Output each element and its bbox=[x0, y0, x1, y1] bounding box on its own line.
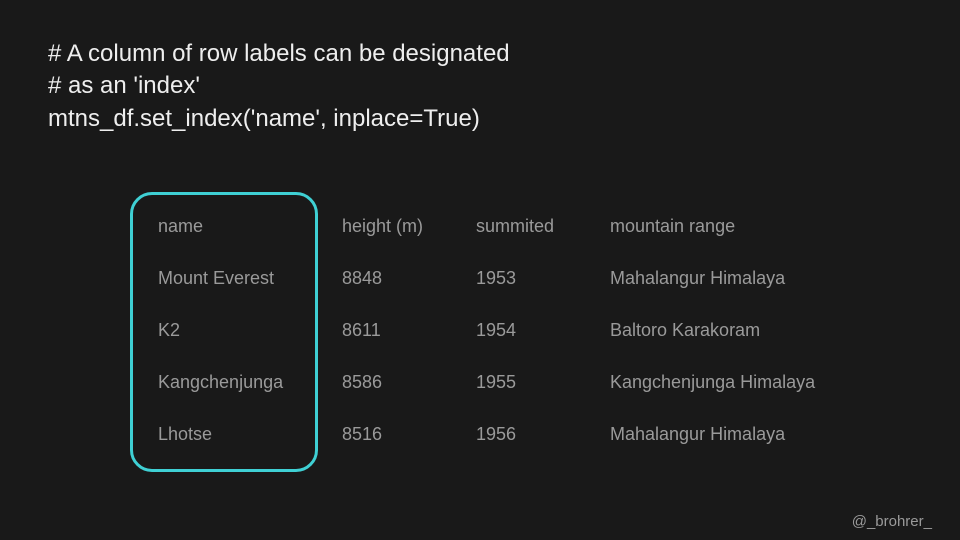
cell-summited: 1954 bbox=[464, 304, 598, 356]
code-line-3: mtns_df.set_index('name', inplace=True) bbox=[48, 105, 480, 132]
column-header-height: height (m) bbox=[330, 200, 464, 252]
cell-name: Kangchenjunga bbox=[138, 356, 330, 408]
table-header-row: name height (m) summited mountain range bbox=[138, 200, 862, 252]
cell-summited: 1955 bbox=[464, 356, 598, 408]
cell-range: Mahalangur Himalaya bbox=[598, 252, 862, 304]
cell-name: Lhotse bbox=[138, 408, 330, 460]
footer-credit: @_brohrer_ bbox=[852, 513, 932, 530]
cell-name: Mount Everest bbox=[138, 252, 330, 304]
cell-name: K2 bbox=[138, 304, 330, 356]
cell-range: Kangchenjunga Himalaya bbox=[598, 356, 862, 408]
table-row: Mount Everest 8848 1953 Mahalangur Himal… bbox=[138, 252, 862, 304]
cell-height: 8516 bbox=[330, 408, 464, 460]
cell-range: Mahalangur Himalaya bbox=[598, 408, 862, 460]
column-header-summited: summited bbox=[464, 200, 598, 252]
cell-height: 8848 bbox=[330, 252, 464, 304]
cell-summited: 1953 bbox=[464, 252, 598, 304]
table-row: K2 8611 1954 Baltoro Karakoram bbox=[138, 304, 862, 356]
data-table-area: name height (m) summited mountain range … bbox=[138, 200, 862, 460]
cell-height: 8611 bbox=[330, 304, 464, 356]
cell-summited: 1956 bbox=[464, 408, 598, 460]
code-line-2: # as an 'index' bbox=[48, 72, 200, 99]
data-table: name height (m) summited mountain range … bbox=[138, 200, 862, 460]
column-header-range: mountain range bbox=[598, 200, 862, 252]
code-block: # A column of row labels can be designat… bbox=[48, 38, 510, 135]
table-row: Kangchenjunga 8586 1955 Kangchenjunga Hi… bbox=[138, 356, 862, 408]
table-row: Lhotse 8516 1956 Mahalangur Himalaya bbox=[138, 408, 862, 460]
code-line-1: # A column of row labels can be designat… bbox=[48, 40, 510, 67]
cell-height: 8586 bbox=[330, 356, 464, 408]
cell-range: Baltoro Karakoram bbox=[598, 304, 862, 356]
column-header-name: name bbox=[138, 200, 330, 252]
